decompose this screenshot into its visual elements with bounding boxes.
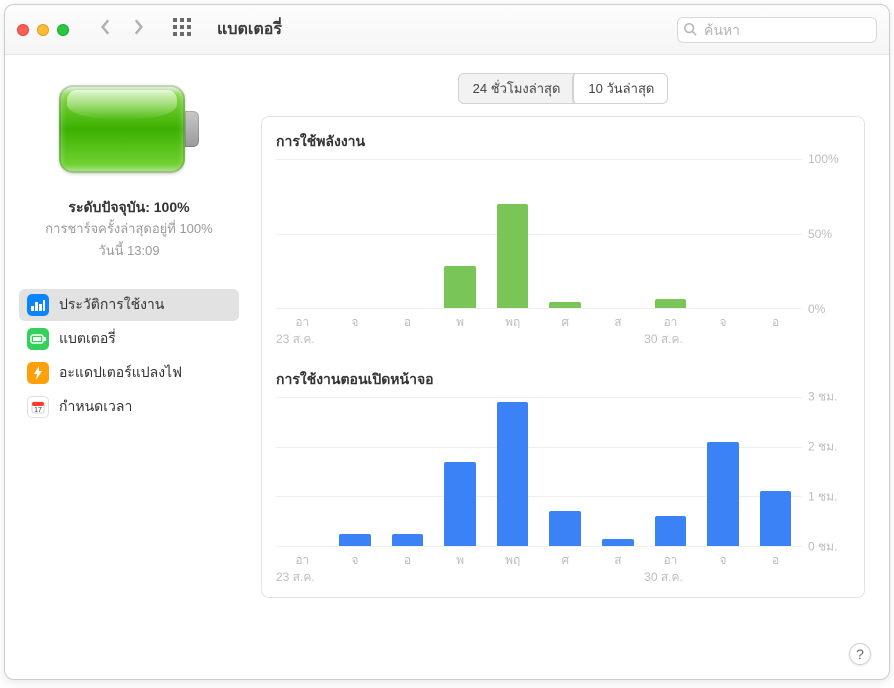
y-tick: 0% <box>808 302 825 316</box>
chart-xaxis-secondary: 23 ส.ค. 30 ส.ค. <box>276 568 850 587</box>
x-secondary-label <box>486 330 539 349</box>
bar <box>549 511 581 546</box>
x-secondary-label: 30 ส.ค. <box>644 330 697 349</box>
x-secondary-label <box>381 330 434 349</box>
segment-control-wrap: 24 ชั่วโมงล่าสุด 10 วันล่าสุด <box>261 73 865 104</box>
bar <box>602 539 634 546</box>
history-icon <box>27 294 49 316</box>
x-secondary-label: 30 ส.ค. <box>644 568 697 587</box>
segment-control: 24 ชั่วโมงล่าสุด 10 วันล่าสุด <box>458 73 669 104</box>
bar <box>549 302 581 308</box>
sidebar-item-label: อะแดปเตอร์แปลงไฟ <box>59 362 182 384</box>
battery-illustration <box>59 85 199 173</box>
bar <box>655 516 687 546</box>
bar <box>760 491 792 546</box>
content: 24 ชั่วโมงล่าสุด 10 วันล่าสุด การใช้พลัง… <box>253 55 889 679</box>
nav-buttons <box>99 18 145 41</box>
bar <box>444 266 476 308</box>
search-input[interactable] <box>677 17 877 43</box>
body: ระดับปัจจุบัน: 100% การชาร์จครั้งล่าสุดอ… <box>5 55 889 679</box>
chart-yaxis: 3 ชม.2 ชม.1 ชม.0 ชม. <box>802 397 850 547</box>
x-secondary-label <box>381 568 434 587</box>
x-secondary-label <box>434 568 487 587</box>
grid-toggle-icon[interactable] <box>173 18 191 41</box>
y-tick: 1 ชม. <box>808 488 837 507</box>
chart-plot <box>276 159 802 309</box>
sidebar: ระดับปัจจุบัน: 100% การชาร์จครั้งล่าสุดอ… <box>5 55 253 679</box>
chart-plot <box>276 397 802 547</box>
sidebar-item-schedule[interactable]: 17 กำหนดเวลา <box>19 391 239 423</box>
help-button[interactable]: ? <box>849 643 871 665</box>
chart-energy: 100%50%0% <box>276 159 850 309</box>
bar <box>707 442 739 546</box>
x-secondary-label: 23 ส.ค. <box>276 568 329 587</box>
bar <box>655 299 687 308</box>
segment-10d[interactable]: 10 วันล่าสุด <box>573 73 668 104</box>
x-secondary-label: 23 ส.ค. <box>276 330 329 349</box>
x-secondary-label <box>486 568 539 587</box>
sidebar-item-adapter[interactable]: อะแดปเตอร์แปลงไฟ <box>19 357 239 389</box>
search-field-wrap <box>677 17 877 43</box>
forward-button[interactable] <box>131 18 145 41</box>
traffic-lights <box>17 24 69 36</box>
bar <box>392 534 424 546</box>
y-tick: 3 ชม. <box>808 388 837 407</box>
status-level: ระดับปัจจุบัน: 100% <box>45 197 212 219</box>
segment-24h[interactable]: 24 ชั่วโมงล่าสุด <box>459 74 575 103</box>
minimize-button[interactable] <box>37 24 49 36</box>
maximize-button[interactable] <box>57 24 69 36</box>
y-tick: 100% <box>808 152 839 166</box>
y-tick: 50% <box>808 227 832 241</box>
close-button[interactable] <box>17 24 29 36</box>
chart-panel: การใช้พลังงาน 100%50%0% อาจอพพฤศสอาจอ 23… <box>261 116 865 598</box>
sidebar-item-battery[interactable]: แบตเตอรี่ <box>19 323 239 355</box>
back-button[interactable] <box>99 18 113 41</box>
screen-on-chart: การใช้งานตอนเปิดหน้าจอ 3 ชม. 2 ชม. 1 ชม. 0 … <box>276 369 850 587</box>
sidebar-item-label: แบตเตอรี่ <box>59 328 116 350</box>
search-icon <box>683 22 697 41</box>
chart-screen: 3 ชม.2 ชม.1 ชม.0 ชม. <box>276 397 850 547</box>
bar <box>497 204 529 308</box>
x-secondary-label <box>329 330 382 349</box>
bar <box>339 534 371 546</box>
chart-xaxis-secondary: 23 ส.ค. 30 ส.ค. <box>276 330 850 349</box>
bar <box>444 462 476 546</box>
battery-icon <box>27 328 49 350</box>
sidebar-item-label: กำหนดเวลา <box>59 396 132 418</box>
x-secondary-label <box>697 568 750 587</box>
page-title: แบตเตอรี่ <box>217 17 282 42</box>
sidebar-item-label: ประวัติการใช้งาน <box>59 294 164 316</box>
calendar-icon: 17 <box>27 396 49 418</box>
bar <box>497 402 529 546</box>
energy-usage-chart: การใช้พลังงาน 100%50%0% อาจอพพฤศสอาจอ 23… <box>276 131 850 349</box>
x-secondary-label <box>749 568 802 587</box>
x-secondary-label <box>434 330 487 349</box>
svg-text:17: 17 <box>34 407 42 414</box>
x-secondary-label <box>329 568 382 587</box>
chart-yaxis: 100%50%0% <box>802 159 850 309</box>
window: แบตเตอรี่ ระดับปัจจุบัน: 100% การชาร์จคร… <box>4 4 890 680</box>
battery-status: ระดับปัจจุบัน: 100% การชาร์จครั้งล่าสุดอ… <box>45 197 212 261</box>
chart-title-screen: การใช้งานตอนเปิดหน้าจอ <box>276 369 850 391</box>
sidebar-nav: ประวัติการใช้งาน แบตเตอรี่ อะแดปเตอร์แปล… <box>19 289 239 423</box>
chart-title-energy: การใช้พลังงาน <box>276 131 850 153</box>
x-secondary-label <box>592 568 645 587</box>
x-secondary-label <box>749 330 802 349</box>
titlebar: แบตเตอรี่ <box>5 5 889 55</box>
x-secondary-label <box>592 330 645 349</box>
y-tick: 0 ชม. <box>808 538 837 557</box>
y-tick: 2 ชม. <box>808 438 837 457</box>
status-time: วันนี้ 13:09 <box>45 240 212 261</box>
x-secondary-label <box>697 330 750 349</box>
x-secondary-label <box>539 568 592 587</box>
x-secondary-label <box>539 330 592 349</box>
status-last-charge: การชาร์จครั้งล่าสุดอยู่ที่ 100% <box>45 221 212 238</box>
sidebar-item-history[interactable]: ประวัติการใช้งาน <box>19 289 239 321</box>
bolt-icon <box>27 362 49 384</box>
